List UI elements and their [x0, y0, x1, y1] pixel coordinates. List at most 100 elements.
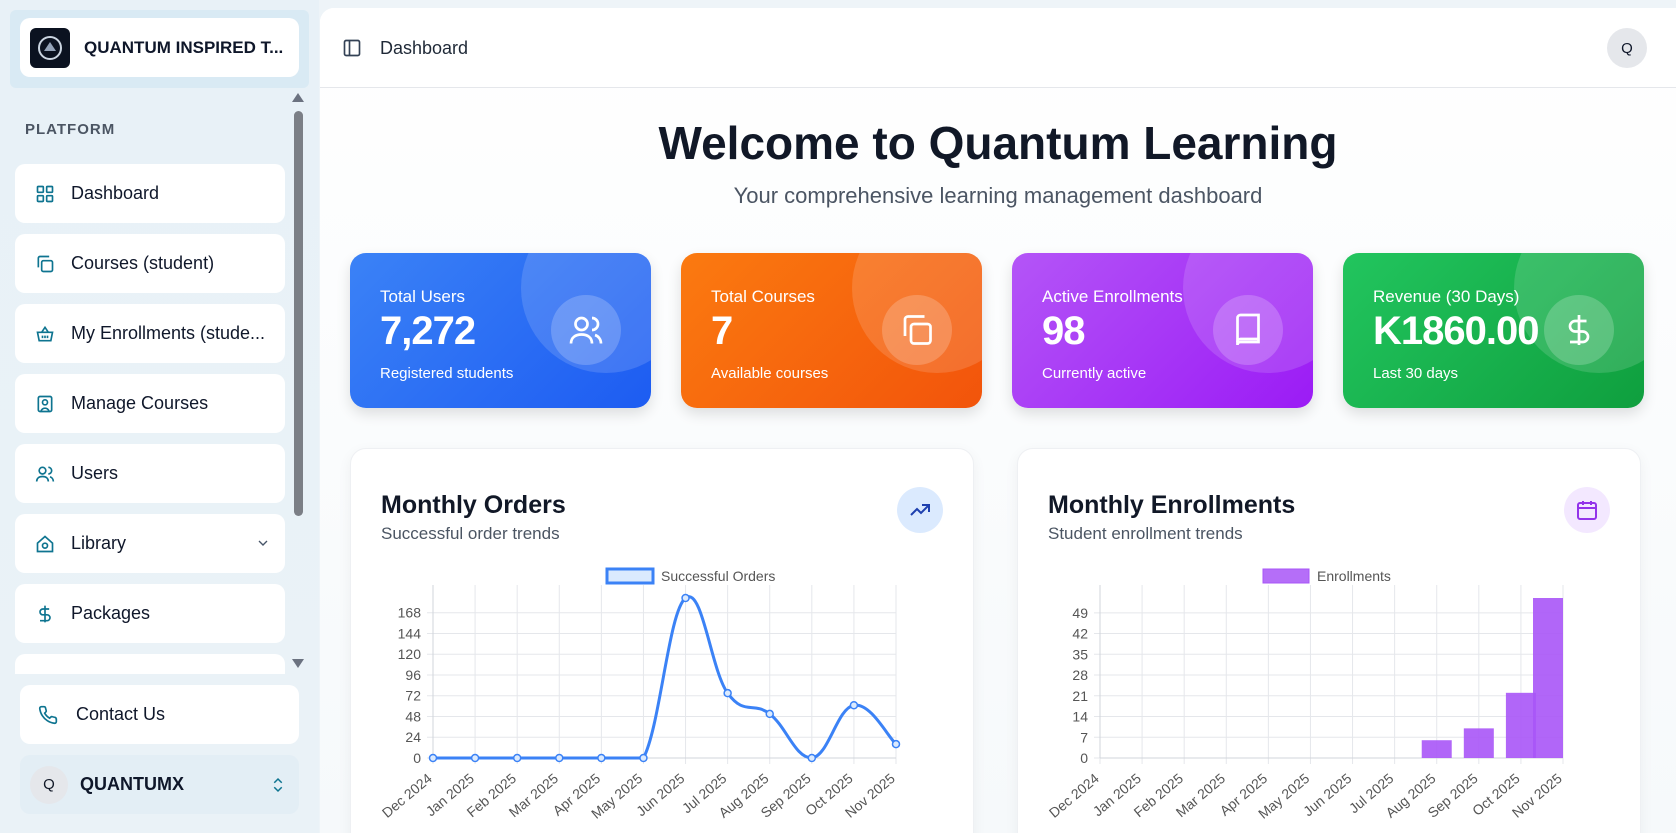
stat-label: Revenue (30 Days): [1373, 287, 1520, 306]
phone-icon: [38, 705, 58, 724]
chevron-down-icon[interactable]: [255, 535, 271, 551]
x-tick-label: Jun 2025: [633, 770, 688, 819]
data-point: [765, 709, 774, 719]
scroll-up-arrow-icon[interactable]: [292, 93, 304, 102]
data-point: [639, 753, 648, 763]
stat-value: 7: [711, 309, 733, 353]
sidebar-item-library[interactable]: Library: [15, 514, 285, 573]
stat-card-total-courses: Total Courses 7 Available courses: [681, 253, 982, 408]
panel-title: Monthly Orders: [381, 491, 566, 519]
panel-title: Monthly Enrollments: [1048, 491, 1296, 519]
user-name: QUANTUMX: [80, 774, 184, 794]
book-icon: [1213, 295, 1283, 365]
grid-icon: [36, 185, 54, 202]
sidebar: QUANTUM INSPIRED T... PLATFORM Dashboard…: [0, 0, 319, 833]
data-point: [428, 753, 438, 763]
users-icon: [551, 295, 621, 365]
stat-value: 7,272: [380, 309, 476, 353]
y-tick-label: 42: [1072, 626, 1088, 642]
y-tick-label: 14: [1072, 709, 1088, 725]
y-tick-label: 144: [398, 625, 422, 641]
stat-value: K1860.00: [1373, 309, 1539, 353]
sidebar-item-label: Library: [71, 533, 127, 553]
scroll-down-arrow-icon[interactable]: [292, 659, 304, 668]
chart-legend: Successful Orders: [605, 567, 775, 585]
y-tick-label: 21: [1072, 688, 1088, 704]
badge-icon: [37, 395, 53, 412]
data-point: [681, 593, 690, 603]
bar: [1421, 740, 1452, 758]
contact-us-button[interactable]: Contact Us: [20, 685, 299, 744]
stat-value: 98: [1042, 309, 1085, 353]
data-point: [891, 739, 901, 749]
legend-label: Successful Orders: [661, 568, 775, 584]
y-tick-label: 35: [1072, 646, 1088, 662]
brand-area: QUANTUM INSPIRED T...: [10, 10, 309, 88]
sidebar-item-packages[interactable]: Packages: [15, 584, 285, 643]
brand-title: QUANTUM INSPIRED T...: [84, 37, 284, 57]
sidebar-item-label: Users: [71, 463, 119, 483]
stat-card-total-users: Total Users 7,272 Registered students: [350, 253, 651, 408]
data-point: [723, 688, 732, 698]
user-menu-button[interactable]: Q QUANTUMX: [20, 755, 299, 814]
chevrons-up-down-icon: [273, 777, 283, 793]
breadcrumb: Dashboard: [380, 38, 469, 58]
legend-swatch: [1262, 568, 1310, 584]
stat-note: Currently active: [1042, 365, 1147, 382]
brand-button[interactable]: QUANTUM INSPIRED T...: [20, 18, 299, 77]
y-tick-label: 0: [1080, 750, 1088, 766]
y-tick-label: 24: [405, 729, 421, 745]
page-subtitle: Your comprehensive learning management d…: [733, 183, 1263, 208]
dollar-icon: [39, 605, 51, 622]
sidebar-item-courses-student[interactable]: Courses (student): [15, 234, 285, 293]
brand-logo-icon: [30, 27, 70, 68]
data-point: [807, 753, 817, 763]
section-label: PLATFORM: [25, 121, 116, 138]
y-tick-label: 0: [413, 750, 421, 766]
y-tick-label: 120: [398, 646, 422, 662]
copy-icon: [37, 255, 54, 272]
stat-note: Registered students: [380, 365, 514, 382]
bar: [1533, 598, 1563, 758]
sidebar-item-my-enrollments[interactable]: My Enrollments (stude...: [15, 304, 285, 363]
y-tick-label: 49: [1072, 605, 1088, 621]
monthly-enrollments-panel: Monthly Enrollments Student enrollment t…: [1017, 448, 1641, 833]
sidebar-item-dashboard[interactable]: Dashboard: [15, 164, 285, 223]
panel-subtitle: Student enrollment trends: [1048, 524, 1243, 543]
monthly-orders-panel: Monthly Orders Successful order trends S…: [350, 448, 974, 833]
stat-label: Total Users: [380, 287, 466, 306]
stat-card-revenue: Revenue (30 Days) K1860.00 Last 30 days: [1343, 253, 1644, 408]
stat-label: Total Courses: [711, 287, 815, 306]
data-point: [597, 753, 606, 763]
main-content: Dashboard Q Welcome to Quantum Learning …: [320, 8, 1676, 833]
legend-swatch: [605, 567, 655, 585]
sidebar-item-label: Courses (student): [71, 253, 215, 273]
basket-icon: [36, 325, 54, 341]
sidebar-toggle-icon[interactable]: [342, 38, 362, 58]
library-icon: [36, 534, 54, 552]
sidebar-item-label: My Enrollments (stude...: [71, 323, 266, 343]
stat-note: Available courses: [711, 365, 829, 382]
y-tick-label: 96: [405, 667, 421, 683]
sidebar-item-manage-courses[interactable]: Manage Courses: [15, 374, 285, 433]
sidebar-item-label: Manage Courses: [71, 393, 209, 413]
sidebar-item-label: Packages: [71, 603, 151, 623]
series-line: [433, 595, 898, 760]
users-icon: [35, 466, 55, 482]
panel-subtitle: Successful order trends: [381, 524, 560, 543]
header-avatar[interactable]: Q: [1607, 28, 1647, 68]
sidebar-nav: Dashboard Courses (student) My Enrollmen…: [15, 164, 285, 674]
sidebar-item-label: Dashboard: [71, 183, 160, 203]
sidebar-item-users[interactable]: Users: [15, 444, 285, 503]
enrollments-chart: Enrollments07142128354249Dec 2024Jan 202…: [1046, 568, 1565, 822]
avatar: Q: [30, 765, 68, 804]
y-tick-label: 168: [398, 605, 422, 621]
calendar-icon: [1564, 487, 1610, 533]
scrollbar-thumb[interactable]: [294, 111, 303, 516]
bar: [1505, 692, 1536, 758]
contact-us-label: Contact Us: [76, 704, 166, 724]
page-title: Welcome to Quantum Learning: [658, 117, 1338, 169]
sidebar-scrollbar[interactable]: [292, 93, 305, 668]
copy-icon: [882, 295, 952, 365]
sidebar-item-hidden[interactable]: [15, 654, 285, 674]
